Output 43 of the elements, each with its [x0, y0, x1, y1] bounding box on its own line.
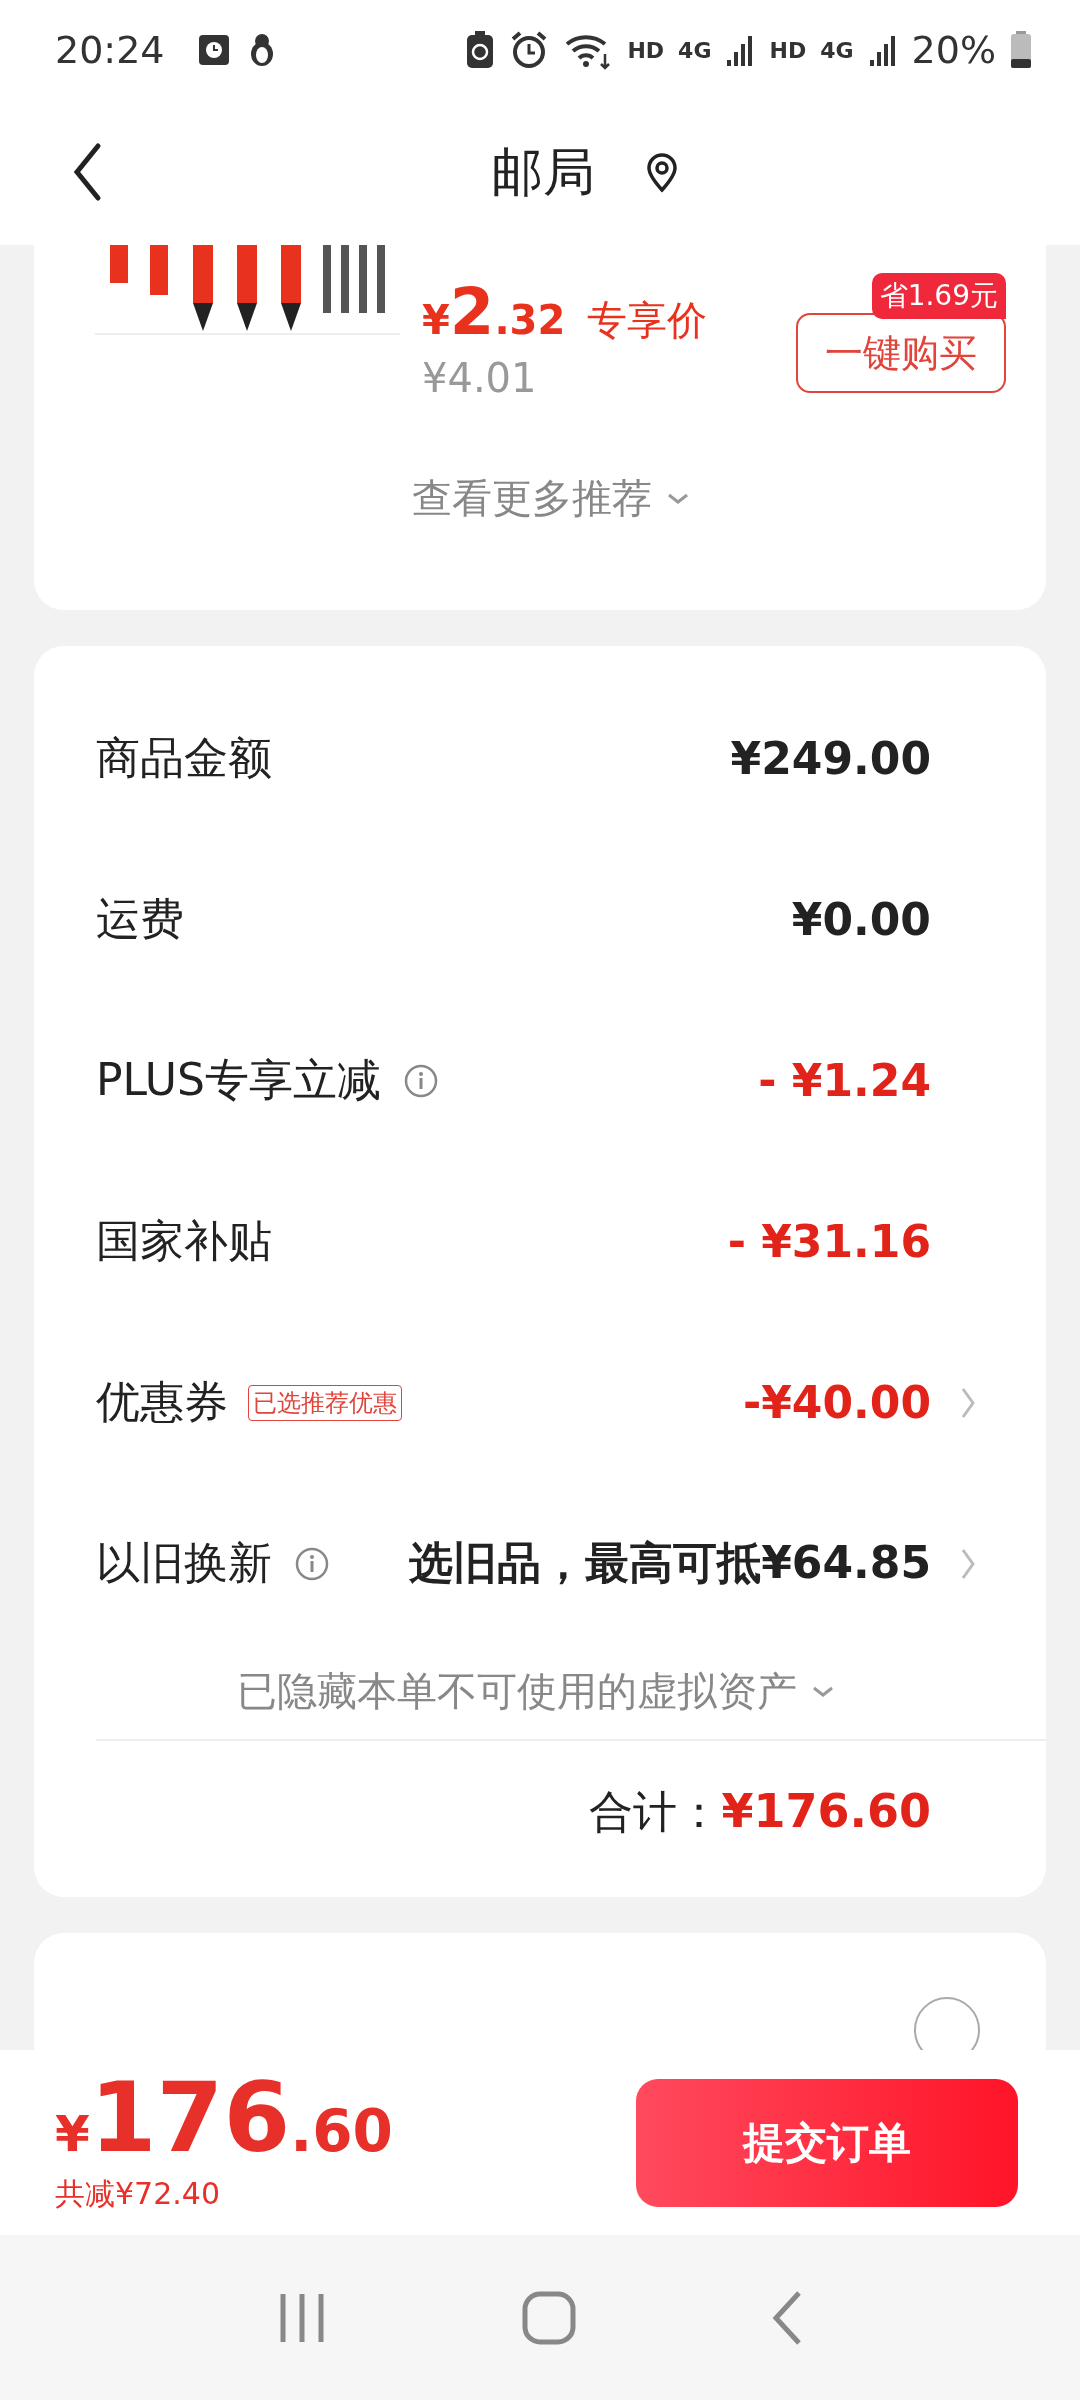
- info-icon[interactable]: [403, 1062, 439, 1099]
- hidden-assets-link[interactable]: 已隐藏本单不可使用的虚拟资产: [237, 1654, 835, 1729]
- summary-value: ¥249.00: [730, 733, 931, 784]
- coupon-tag: 已选推荐优惠: [248, 1384, 402, 1421]
- info-icon[interactable]: [294, 1545, 330, 1582]
- page-title: 邮局: [491, 140, 595, 204]
- summary-value: - ¥1.24: [758, 1055, 931, 1106]
- summary-label: 商品金额: [96, 731, 272, 785]
- network-indicator: 4G: [820, 37, 854, 63]
- chevron-down-icon: [665, 491, 690, 506]
- more-recommendations-link[interactable]: 查看更多推荐: [411, 471, 690, 526]
- back-nav-icon[interactable]: [770, 2289, 803, 2346]
- total-amount: ¥176.60: [721, 1784, 931, 1838]
- summary-value: - ¥31.16: [727, 1216, 931, 1267]
- summary-label: 以旧换新: [96, 1536, 272, 1590]
- summary-label: PLUS专享立减: [96, 1053, 381, 1107]
- payable-amount: ¥176.60: [55, 2070, 393, 2166]
- total-label: 合计：: [589, 1785, 722, 1839]
- back-icon[interactable]: [72, 142, 102, 202]
- chevron-down-icon: [811, 1684, 835, 1699]
- total-savings: 共减¥72.40: [55, 2175, 221, 2213]
- location-pin-icon[interactable]: [645, 152, 679, 193]
- summary-label: 优惠券: [96, 1375, 228, 1429]
- buy-now-button[interactable]: 一键购买: [796, 313, 1006, 393]
- network-indicator: HD: [769, 37, 807, 63]
- network-indicator: 4G: [678, 37, 712, 63]
- network-indicator: HD: [627, 37, 665, 63]
- summary-value: ¥0.00: [791, 894, 931, 945]
- summary-value: 选旧品，最高可抵¥64.85: [409, 1536, 931, 1590]
- submit-order-button[interactable]: 提交订单: [636, 2078, 1018, 2207]
- exclusive-price: ¥2.32: [422, 275, 566, 349]
- battery-icon: [1010, 31, 1032, 69]
- calendar-icon: [196, 33, 231, 67]
- summary-value: -¥40.00: [742, 1377, 931, 1428]
- summary-label: 国家补贴: [96, 1214, 272, 1268]
- summary-label: 运费: [96, 892, 184, 946]
- battery-saver-icon: [465, 30, 496, 70]
- price-label: 专享价: [587, 296, 708, 345]
- savings-badge: 省1.69元: [871, 273, 1006, 319]
- status-time: 20:24: [55, 28, 165, 72]
- original-price: ¥4.01: [422, 355, 538, 401]
- battery-level: 20%: [911, 28, 996, 72]
- home-icon[interactable]: [522, 2290, 576, 2345]
